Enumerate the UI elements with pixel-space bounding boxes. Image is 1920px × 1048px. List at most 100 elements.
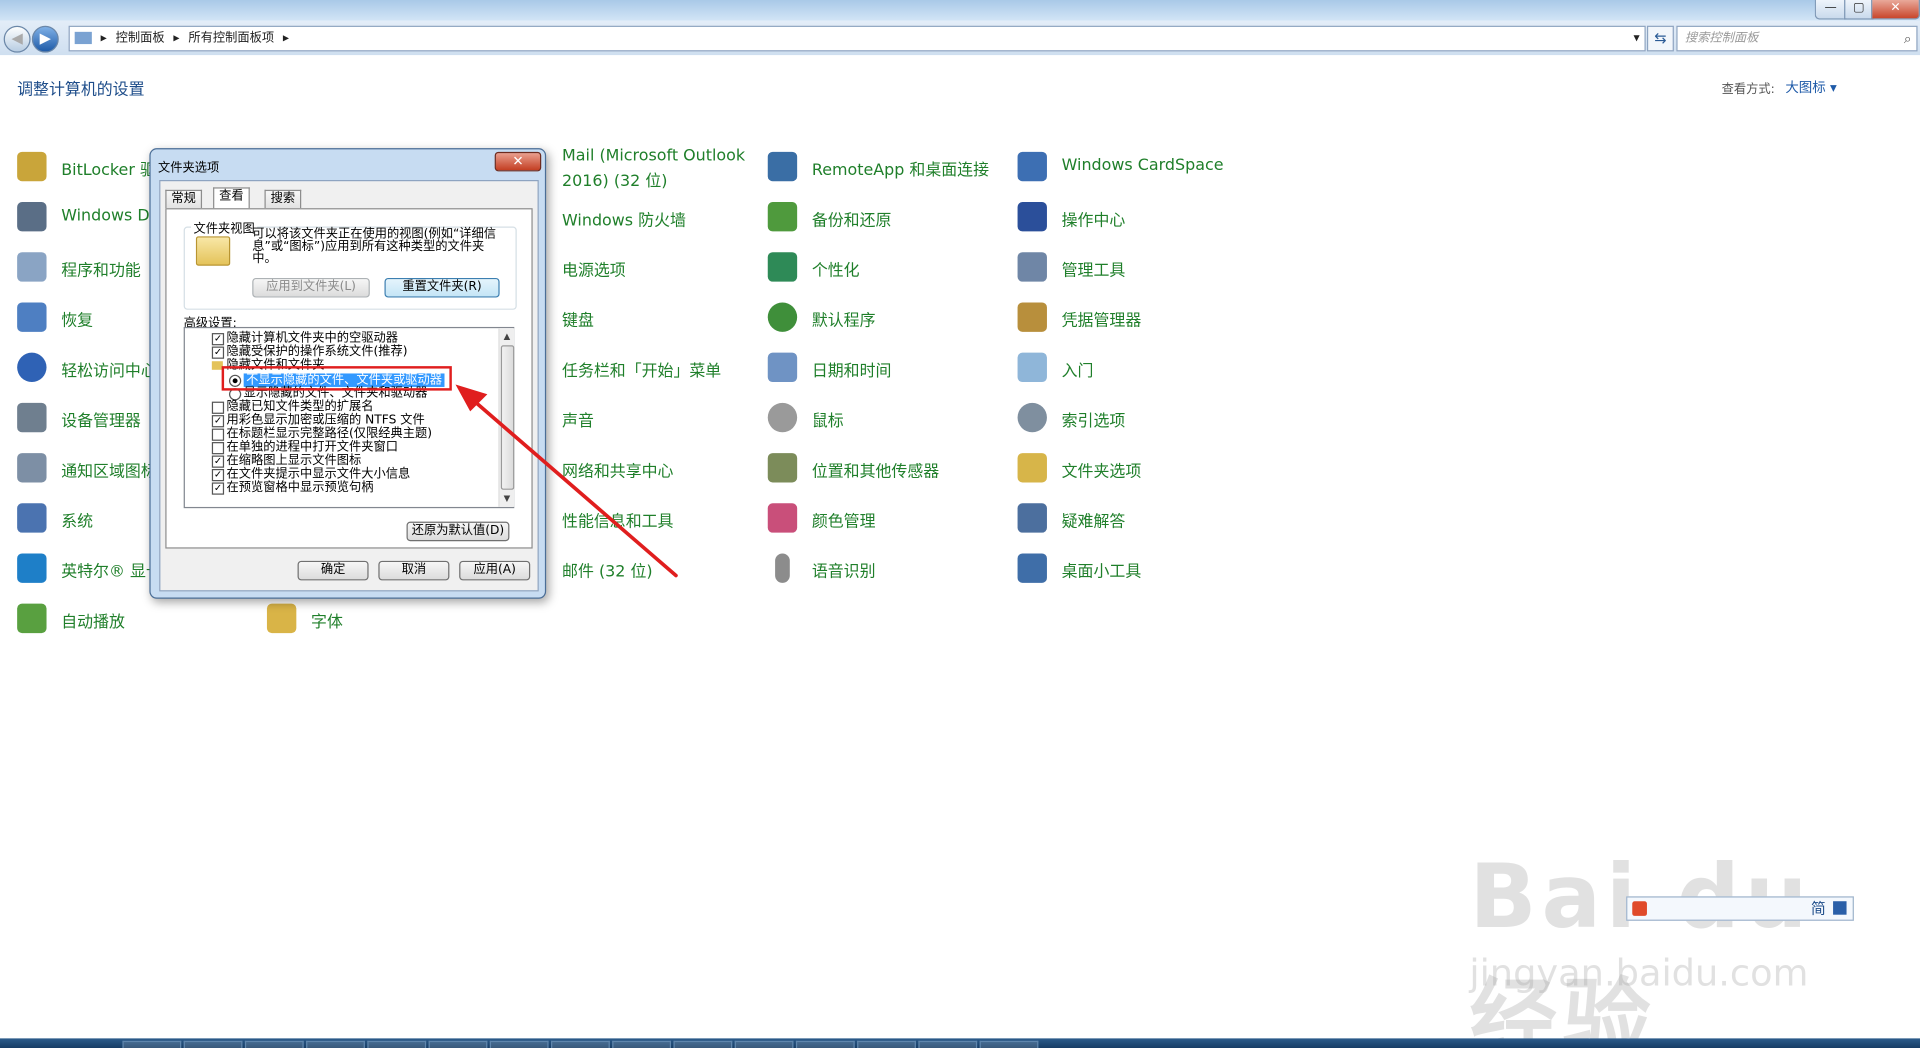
ime-mode-text[interactable]: 简 (1811, 898, 1826, 920)
scroll-up-icon[interactable]: ▲ (501, 331, 513, 343)
chevron-right-icon: ▸ (100, 31, 107, 46)
taskbar-button[interactable] (795, 1040, 855, 1048)
taskbar-button[interactable] (367, 1040, 427, 1048)
remoteapp-icon (767, 151, 798, 182)
folder-view-title: 文件夹视图 (191, 217, 258, 237)
taskbar-button[interactable] (244, 1040, 304, 1048)
address-bar[interactable]: ▸ 控制面板 ▸ 所有控制面板项 ▸ ▾ (68, 25, 1646, 52)
forward-button[interactable]: ▶ (31, 25, 59, 53)
checkbox[interactable]: ✓ (211, 468, 225, 482)
taskbar-button[interactable] (489, 1040, 549, 1048)
calendar-icon (767, 352, 798, 383)
view-by-label: 查看方式: (1721, 83, 1775, 97)
apply-to-folders-button[interactable]: 应用到文件夹(L) (252, 277, 370, 298)
ok-button[interactable]: 确定 (297, 560, 369, 581)
reset-folders-button[interactable]: 重置文件夹(R) (384, 277, 500, 298)
ease-of-access-icon (17, 352, 47, 383)
baidu-watermark-logo: Bai du 经验 (1469, 844, 1807, 1048)
taskbar-button[interactable] (979, 1040, 1039, 1048)
device-manager-icon (17, 402, 47, 433)
ime-logo-icon (1632, 901, 1647, 916)
tab-general[interactable]: 常规 (165, 189, 203, 209)
taskbar-button[interactable] (734, 1040, 794, 1048)
dialog-title: 文件夹选项 (157, 161, 220, 176)
checkbox[interactable]: ✓ (211, 455, 225, 468)
bitlocker-icon (17, 151, 47, 182)
chevron-right-icon: ▸ (282, 31, 290, 46)
restore-defaults-button[interactable]: 还原为默认值(D) (406, 521, 510, 542)
magnifier-icon (1017, 402, 1047, 433)
notification-icon (17, 453, 47, 483)
advanced-settings-list: ✓ 隐藏计算机文件夹中的空驱动器 ✓ 隐藏受保护的操作系统文件(推荐) 隐藏文件和文… (183, 326, 515, 509)
minimize-button[interactable]: — (1814, 0, 1847, 20)
search-icon[interactable]: ⌕ (1904, 27, 1912, 50)
maximize-button[interactable]: ▢ (1844, 0, 1874, 20)
title-bar: — ▢ ✕ (0, 0, 1920, 21)
taskbar-button[interactable] (612, 1040, 672, 1048)
cancel-button[interactable]: 取消 (378, 560, 450, 581)
microphone-icon (775, 553, 790, 583)
page-title: 调整计算机的设置 (17, 80, 145, 100)
getting-started-icon (1017, 352, 1047, 383)
refresh-button[interactable]: ⇆ (1646, 25, 1674, 52)
ime-toolbar[interactable]: 简 (1626, 896, 1854, 921)
taskbar-button[interactable] (183, 1040, 243, 1048)
troubleshoot-icon (1017, 503, 1047, 533)
tab-search[interactable]: 搜索 (264, 189, 302, 209)
taskbar-button[interactable] (918, 1040, 978, 1048)
cardspace-icon (1017, 151, 1047, 182)
tab-view[interactable]: 查看 (213, 187, 250, 210)
taskbar-button[interactable] (673, 1040, 733, 1048)
breadcrumb-all-items[interactable]: 所有控制面板项 (188, 32, 274, 45)
chevron-right-icon: ▸ (173, 31, 180, 46)
default-programs-icon (767, 302, 798, 332)
programs-icon (17, 252, 47, 282)
taskbar-button[interactable] (428, 1040, 488, 1048)
search-placeholder: 搜索控制面板 (1684, 31, 1759, 46)
checkbox[interactable]: ✓ (211, 415, 225, 428)
control-panel-window: — ▢ ✕ ◀ ▶ ▸ 控制面板 ▸ 所有控制面板项 ▸ ▾ ⇆ 搜索控制面板 … (0, 0, 1920, 1048)
gadgets-icon (1017, 553, 1047, 583)
taskbar-button[interactable] (857, 1040, 916, 1048)
personalization-icon (767, 252, 798, 282)
taskbar-button[interactable] (306, 1040, 365, 1048)
folder-view-icon (195, 236, 231, 266)
list-scrollbar[interactable]: ▲ ▼ (498, 328, 515, 507)
defender-icon (17, 202, 47, 232)
taskbar-button[interactable] (122, 1040, 182, 1048)
recovery-icon (17, 302, 47, 332)
folder-view-description: 可以将该文件夹正在使用的视图(例如“详细信息”或“图标”)应用到所有这种类型的文… (252, 227, 497, 266)
fonts-icon (266, 603, 297, 634)
baidu-watermark-url: jingyan.baidu.com (1469, 952, 1809, 996)
checkbox[interactable]: ✓ (211, 333, 225, 346)
annotation-highlight-box (221, 366, 452, 391)
checkbox[interactable] (211, 428, 225, 441)
taskbar-button[interactable] (551, 1040, 610, 1048)
flag-icon (1017, 202, 1047, 232)
checkbox[interactable]: ✓ (211, 346, 225, 359)
ime-grid-icon[interactable] (1833, 901, 1847, 915)
chevron-down-icon[interactable]: ▾ (1633, 27, 1639, 50)
autoplay-icon (17, 603, 47, 634)
search-input[interactable]: 搜索控制面板 ⌕ (1676, 25, 1918, 52)
checkbox[interactable] (211, 442, 225, 455)
apply-button[interactable]: 应用(A) (459, 560, 531, 581)
folder-icon (1017, 453, 1047, 483)
scroll-thumb[interactable] (500, 345, 515, 490)
checkbox[interactable]: ✓ (211, 482, 225, 495)
breadcrumb-control-panel[interactable]: 控制面板 (116, 32, 165, 45)
dialog-close-button[interactable]: ✕ (494, 151, 542, 172)
close-button[interactable]: ✕ (1871, 0, 1920, 20)
view-by-dropdown[interactable]: 大图标 ▾ (1785, 77, 1836, 97)
intel-graphics-icon (17, 553, 47, 583)
sensor-icon (767, 453, 798, 483)
scroll-down-icon[interactable]: ▼ (501, 492, 513, 504)
color-management-icon (767, 503, 798, 533)
checkbox[interactable] (211, 401, 225, 414)
admin-tools-icon (1017, 252, 1047, 282)
system-icon (17, 503, 47, 533)
folder-icon (74, 31, 92, 45)
mouse-icon (767, 402, 798, 433)
back-button[interactable]: ◀ (3, 25, 31, 53)
vault-icon (1017, 302, 1047, 332)
